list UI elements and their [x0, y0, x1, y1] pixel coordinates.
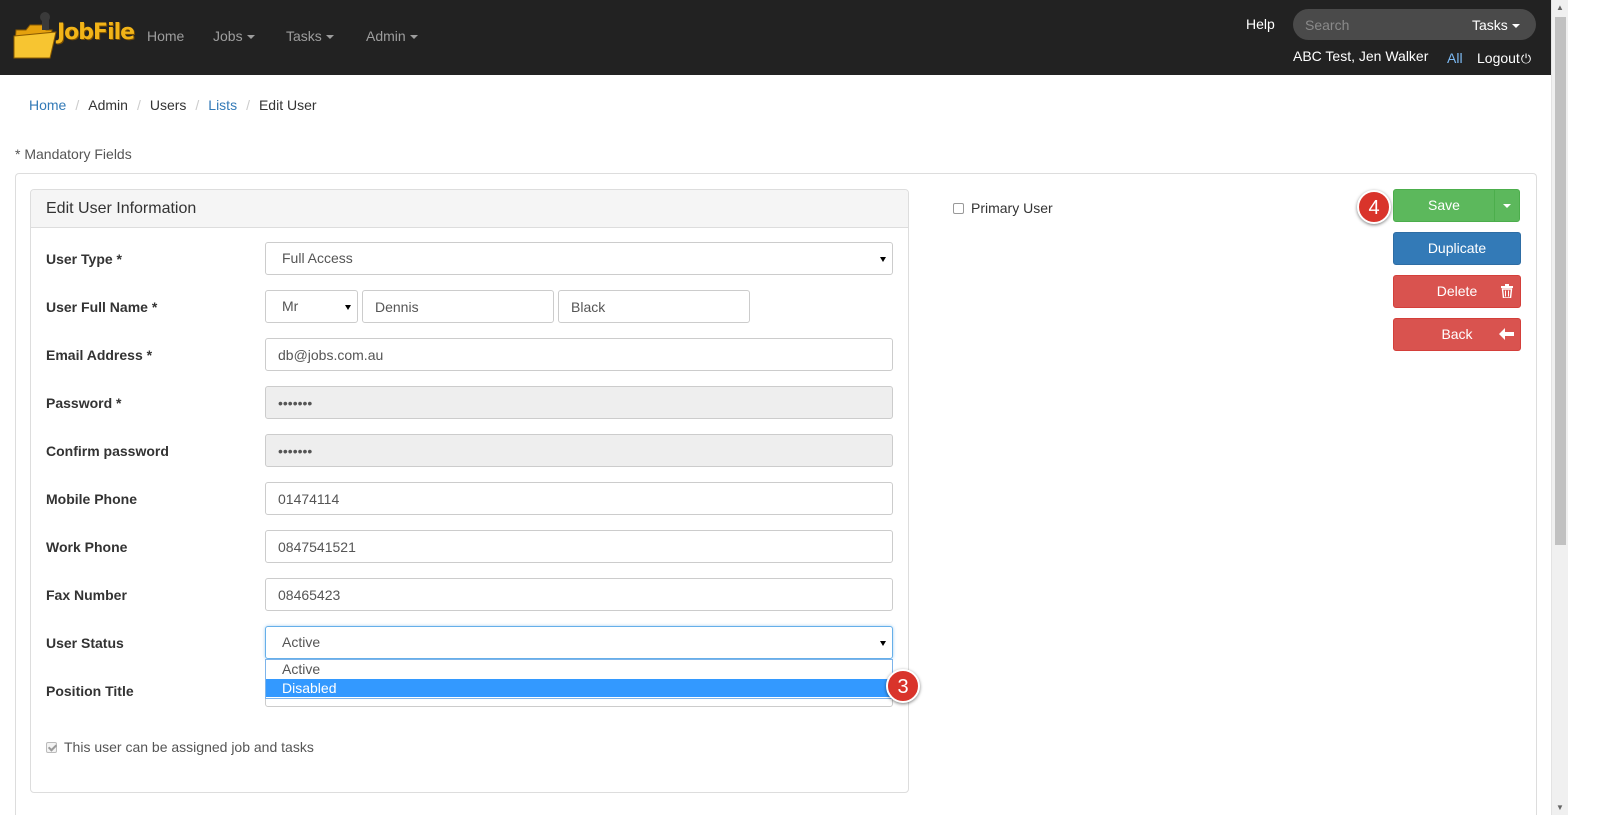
primary-user-label: Primary User [971, 200, 1053, 216]
breadcrumb-admin: Admin [88, 97, 128, 113]
page-scrollbar[interactable]: ▲ ▼ [1551, 0, 1568, 815]
user-status-value: Active [282, 634, 321, 650]
status-option-active[interactable]: Active [266, 660, 892, 678]
folder-logo-icon [13, 12, 57, 59]
user-type-value: Full Access [282, 250, 353, 266]
mobile-phone-label: Mobile Phone [46, 491, 137, 507]
panel-heading: Edit User Information [31, 190, 908, 228]
chevron-down-icon [880, 257, 886, 262]
password-field[interactable] [265, 386, 893, 419]
primary-user-checkbox[interactable] [953, 203, 964, 214]
breadcrumb-users: Users [149, 97, 187, 113]
breadcrumb-home[interactable]: Home [29, 97, 66, 113]
scroll-up-icon[interactable]: ▲ [1556, 3, 1564, 12]
panel-title: Edit User Information [46, 200, 197, 217]
step-badge-3: 3 [886, 669, 920, 703]
delete-label: Delete [1436, 283, 1478, 299]
title-value: Mr [282, 298, 299, 314]
nav-home[interactable]: Home [147, 28, 184, 44]
chevron-down-icon [345, 305, 351, 310]
step-badge-4: 4 [1357, 190, 1391, 224]
top-navbar: JobFile Home Jobs Tasks Admin Help Tasks… [0, 0, 1551, 75]
primary-user-row[interactable]: Primary User [953, 200, 1053, 216]
chevron-down-icon [409, 35, 418, 40]
breadcrumb-lists[interactable]: Lists [208, 97, 237, 113]
nav-jobs[interactable]: Jobs [213, 28, 255, 44]
breadcrumb-separator: / [75, 97, 80, 113]
assignable-checkbox[interactable] [46, 742, 57, 753]
back-label: Back [1441, 326, 1473, 342]
back-button[interactable]: Back [1393, 318, 1521, 351]
chevron-down-icon [325, 35, 334, 40]
mobile-phone-field[interactable] [265, 482, 893, 515]
breadcrumb-separator: / [136, 97, 141, 113]
logout-label: Logout [1477, 50, 1520, 66]
duplicate-label: Duplicate [1427, 240, 1487, 256]
full-name-label: User Full Name * [46, 299, 158, 315]
delete-button[interactable]: Delete [1393, 275, 1521, 308]
chevron-down-icon [1503, 204, 1511, 209]
email-field[interactable] [265, 338, 893, 371]
confirm-password-field[interactable] [265, 434, 893, 467]
search-box: Tasks [1293, 9, 1536, 40]
assignable-checkbox-row[interactable]: This user can be assigned job and tasks [46, 739, 314, 755]
search-input[interactable] [1293, 9, 1463, 40]
nav-admin-label: Admin [366, 28, 406, 44]
save-button[interactable]: Save [1393, 189, 1495, 222]
user-type-label: User Type * [46, 251, 122, 267]
arrow-left-icon [1499, 319, 1514, 350]
logout-link[interactable]: Logout⏻ [1477, 50, 1531, 67]
user-type-select[interactable]: Full Access [265, 242, 893, 275]
chevron-down-icon [1511, 24, 1520, 29]
position-title-label: Position Title [46, 683, 134, 699]
all-link[interactable]: All [1447, 50, 1463, 66]
search-scope-dropdown[interactable]: Tasks [1472, 17, 1520, 33]
mandatory-note: * Mandatory Fields [15, 146, 132, 162]
save-options-button[interactable] [1494, 189, 1520, 222]
work-phone-label: Work Phone [46, 539, 128, 555]
status-option-disabled[interactable]: Disabled [266, 679, 892, 697]
breadcrumb-edit-user: Edit User [258, 97, 317, 113]
password-label: Password * [46, 395, 122, 411]
fax-number-field[interactable] [265, 578, 893, 611]
help-link[interactable]: Help [1246, 16, 1275, 32]
user-status-options: Active Disabled [265, 659, 893, 699]
current-user: ABC Test, Jen Walker [1293, 48, 1429, 64]
duplicate-button[interactable]: Duplicate [1393, 232, 1521, 265]
jobfile-logo[interactable]: JobFile [12, 8, 135, 63]
first-name-field[interactable] [362, 290, 554, 323]
user-status-label: User Status [46, 635, 124, 651]
search-scope-label: Tasks [1472, 17, 1508, 33]
nav-home-label: Home [147, 28, 185, 44]
nav-admin[interactable]: Admin [366, 28, 418, 44]
user-status-select[interactable]: Active [265, 626, 893, 659]
work-phone-field[interactable] [265, 530, 893, 563]
logo-text: JobFile [57, 20, 135, 45]
breadcrumb: Home / Admin / Users / Lists / Edit User [29, 97, 317, 113]
nav-tasks-label: Tasks [286, 28, 322, 44]
nav-jobs-label: Jobs [213, 28, 243, 44]
breadcrumb-separator: / [246, 97, 250, 113]
breadcrumb-separator: / [195, 97, 200, 113]
scroll-down-icon[interactable]: ▼ [1556, 803, 1564, 812]
fax-number-label: Fax Number [46, 587, 127, 603]
scroll-thumb[interactable] [1555, 17, 1566, 545]
confirm-password-label: Confirm password [46, 443, 169, 459]
power-icon: ⏻ [1520, 51, 1532, 66]
title-select[interactable]: Mr [265, 290, 358, 323]
chevron-down-icon [880, 641, 886, 646]
last-name-field[interactable] [558, 290, 750, 323]
assignable-label: This user can be assigned job and tasks [64, 739, 314, 755]
email-label: Email Address * [46, 347, 153, 363]
chevron-down-icon [246, 35, 255, 40]
nav-tasks[interactable]: Tasks [286, 28, 334, 44]
trash-icon [1500, 276, 1514, 307]
